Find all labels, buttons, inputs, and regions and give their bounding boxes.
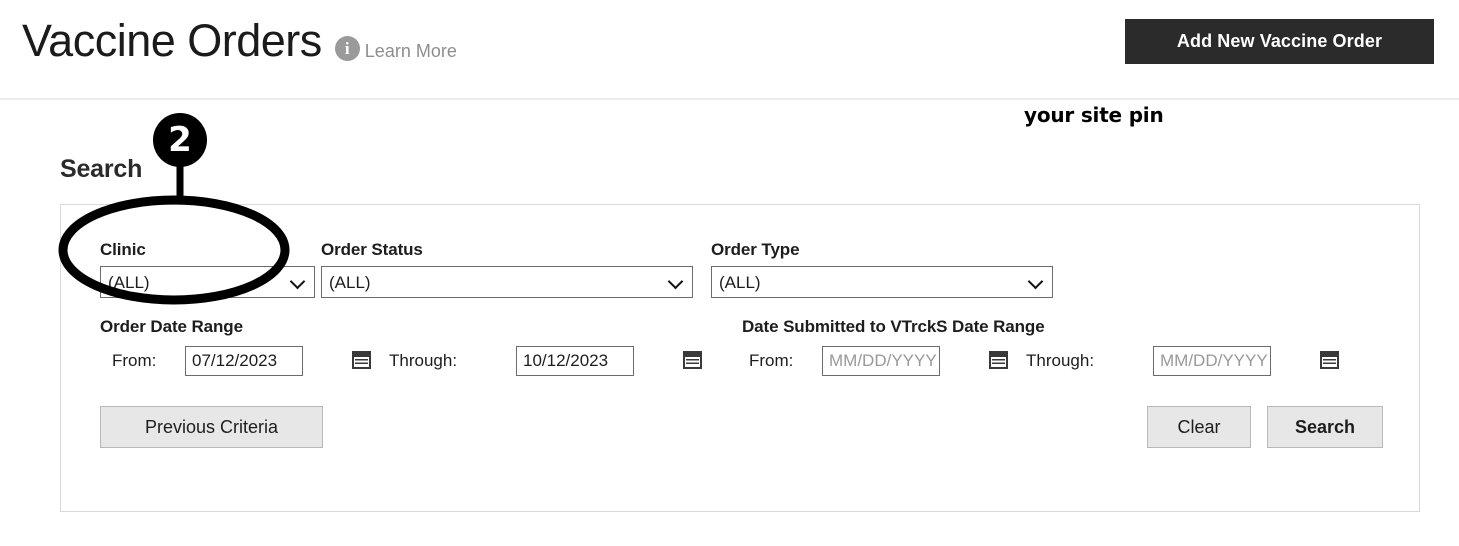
vtrcks-date-range-label: Date Submitted to VTrckS Date Range bbox=[742, 317, 1045, 336]
callout-step-badge: 2 bbox=[153, 113, 207, 167]
info-circle-icon[interactable]: i bbox=[334, 36, 360, 61]
calendar-icon[interactable] bbox=[352, 351, 371, 369]
calendar-icon[interactable] bbox=[1320, 351, 1339, 369]
calendar-icon[interactable] bbox=[683, 351, 702, 369]
vtrcks-date-through-label: Through: bbox=[1026, 351, 1095, 370]
clinic-select[interactable]: (ALL) bbox=[100, 266, 315, 298]
clear-button[interactable]: Clear bbox=[1147, 406, 1251, 448]
order-date-through-input[interactable] bbox=[516, 346, 634, 376]
order-date-from-input[interactable] bbox=[185, 346, 303, 376]
page-header: Vaccine Orders i Learn More Add New Vacc… bbox=[0, 0, 1459, 100]
order-status-select[interactable]: (ALL) bbox=[321, 266, 693, 298]
search-criteria-panel: Clinic (ALL) Order Status (ALL) Order Ty… bbox=[60, 204, 1420, 512]
calendar-icon[interactable] bbox=[989, 351, 1008, 369]
previous-criteria-button[interactable]: Previous Criteria bbox=[100, 406, 323, 448]
order-date-from-label: From: bbox=[112, 351, 157, 370]
order-type-select[interactable]: (ALL) bbox=[711, 266, 1053, 298]
search-section-heading: Search bbox=[60, 155, 143, 183]
order-status-label: Order Status bbox=[321, 240, 423, 259]
vtrcks-date-from-label: From: bbox=[749, 351, 794, 370]
vtrcks-date-from-input[interactable] bbox=[822, 346, 940, 376]
order-type-label: Order Type bbox=[711, 240, 800, 259]
page-title: Vaccine Orders bbox=[22, 15, 322, 66]
clinic-label: Clinic bbox=[100, 240, 146, 259]
page-title-group: Vaccine Orders i Learn More bbox=[22, 16, 457, 66]
order-date-range-label: Order Date Range bbox=[100, 317, 243, 336]
vtrcks-date-through-input[interactable] bbox=[1153, 346, 1271, 376]
annotation-your-site-pin: your site pin bbox=[1024, 103, 1164, 127]
order-date-through-label: Through: bbox=[389, 351, 458, 370]
learn-more-link[interactable]: Learn More bbox=[365, 41, 457, 62]
search-button[interactable]: Search bbox=[1267, 406, 1383, 448]
add-new-vaccine-order-button[interactable]: Add New Vaccine Order bbox=[1125, 19, 1434, 64]
